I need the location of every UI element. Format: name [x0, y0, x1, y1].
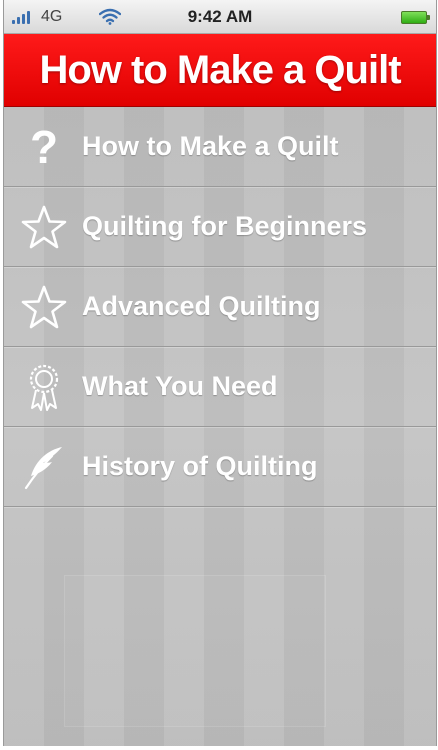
menu-item-label: How to Make a Quilt	[82, 131, 339, 161]
title-bar: How to Make a Quilt	[4, 34, 436, 107]
menu-item-label: History of Quilting	[82, 451, 318, 481]
status-bar: 4G 9:42 AM	[4, 0, 436, 34]
star-icon	[18, 201, 70, 253]
battery-icon	[401, 11, 430, 24]
background-quilt-image	[64, 575, 326, 727]
menu-item-label: Advanced Quilting	[82, 291, 321, 321]
ribbon-badge-icon	[18, 361, 70, 413]
menu-item-label: What You Need	[82, 371, 278, 401]
menu-content: ? How to Make a Quilt Quilting for Begin…	[4, 107, 436, 746]
phone-screen: 4G 9:42 AM How to Make a Quilt ? How to …	[3, 0, 437, 746]
menu-item-quilting-for-beginners[interactable]: Quilting for Beginners	[4, 187, 436, 267]
star-icon	[18, 281, 70, 333]
question-mark-icon: ?	[29, 120, 59, 173]
feather-icon	[18, 441, 70, 493]
main-menu: ? How to Make a Quilt Quilting for Begin…	[4, 107, 436, 507]
status-time: 9:42 AM	[187, 7, 253, 26]
page-title: How to Make a Quilt	[39, 47, 401, 92]
menu-item-label: Quilting for Beginners	[82, 211, 368, 241]
menu-item-advanced-quilting[interactable]: Advanced Quilting	[4, 267, 436, 347]
menu-item-history-of-quilting[interactable]: History of Quilting	[4, 427, 436, 507]
menu-item-how-to-make-a-quilt[interactable]: ? How to Make a Quilt	[4, 107, 436, 187]
menu-item-what-you-need[interactable]: What You Need	[4, 347, 436, 427]
